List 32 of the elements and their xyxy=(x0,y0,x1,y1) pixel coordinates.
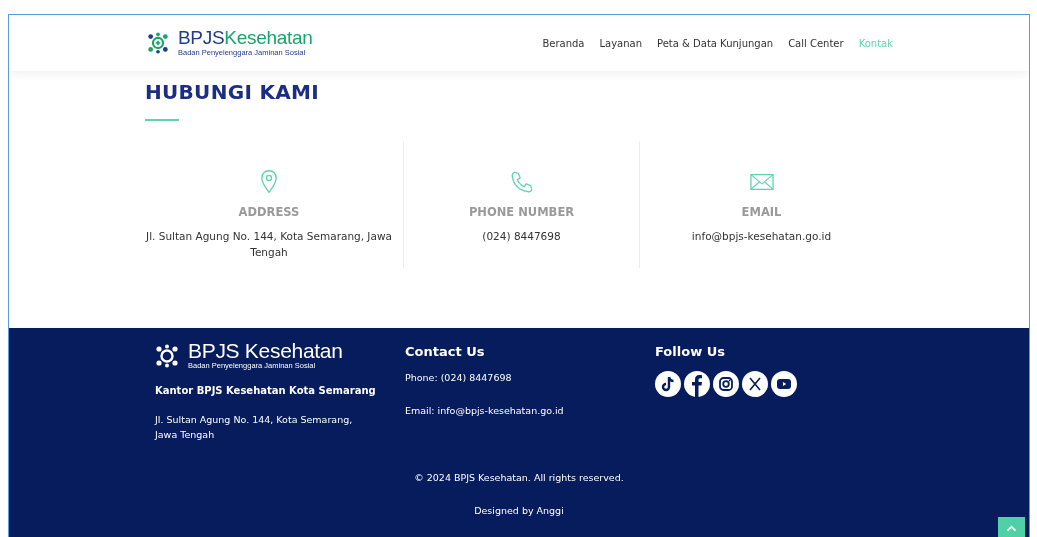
card-heading: ADDRESS xyxy=(238,205,300,219)
nav-link[interactable]: Peta & Data Kunjungan xyxy=(657,37,774,49)
title-underline xyxy=(145,119,179,121)
nav-link[interactable]: Beranda xyxy=(542,37,585,49)
card-text: info@bpjs-kesehatan.go.id xyxy=(690,229,833,244)
nav-link[interactable]: Call Center xyxy=(788,37,844,49)
office-address: Jl. Sultan Agung No. 144, Kota Semarang, Jawa Tengah xyxy=(155,413,354,442)
column-heading: Follow Us xyxy=(655,344,726,359)
card-text: Jl. Sultan Agung No. 144, Kota Semarang, Jawa Tengah xyxy=(144,229,393,260)
card-text: (024) 8447698 xyxy=(481,229,562,244)
copyright-text: © 2024 BPJS Kesehatan. All rights reserved. xyxy=(413,472,625,483)
tiktok-icon[interactable] xyxy=(655,371,681,397)
section-title: HUBUNGI KAMI xyxy=(145,79,320,105)
card-heading: PHONE NUMBER xyxy=(468,205,575,219)
brand-name: BPJS Kesehatan xyxy=(188,342,343,360)
brand-name: BPJSKesehatan xyxy=(178,29,313,47)
nav-link[interactable]: Layanan xyxy=(599,37,643,49)
logo-icon xyxy=(155,344,179,368)
office-name: Kantor BPJS Kesehatan Kota Semarang xyxy=(155,385,377,396)
chevron-up-icon xyxy=(1006,524,1017,532)
phone-icon xyxy=(509,169,534,195)
credit-text: Designed by Anggi xyxy=(473,505,565,516)
youtube-icon[interactable] xyxy=(771,371,797,397)
card-heading: EMAIL xyxy=(741,205,782,219)
contact-email: Email: info@bpjs-kesehatan.go.id xyxy=(405,405,565,416)
contact-phone: Phone: (024) 8447698 xyxy=(405,372,513,383)
facebook-icon[interactable] xyxy=(684,371,710,397)
column-heading: Contact Us xyxy=(405,344,486,359)
location-pin-icon xyxy=(260,169,278,195)
instagram-icon[interactable] xyxy=(713,371,739,397)
x-icon[interactable] xyxy=(742,371,768,397)
logo-icon xyxy=(147,32,169,54)
